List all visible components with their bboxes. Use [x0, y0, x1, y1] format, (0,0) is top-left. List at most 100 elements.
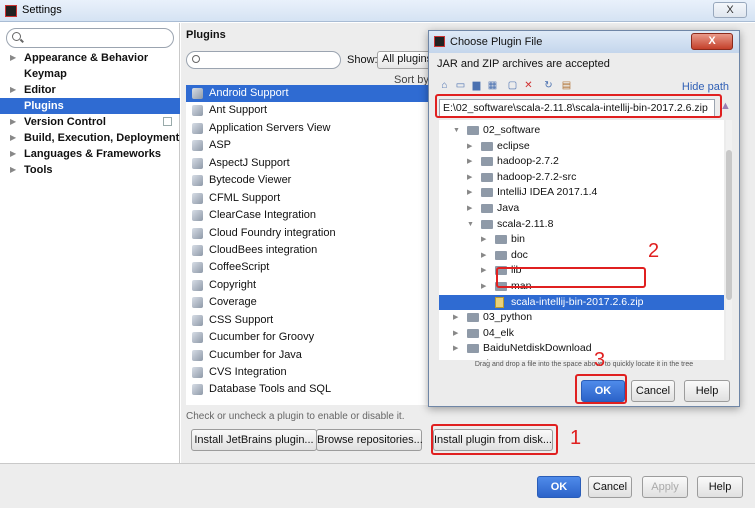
- plugin-list-item[interactable]: Application Servers View: [186, 120, 429, 137]
- settings-cancel-button[interactable]: Cancel: [588, 476, 632, 498]
- plugin-list-item[interactable]: Android Support: [186, 85, 429, 103]
- file-tree-folder-item[interactable]: ▼ 02_software: [439, 123, 724, 138]
- chevron-right-icon[interactable]: ▶: [10, 130, 16, 146]
- file-path-input[interactable]: E:\02_software\scala-2.11.8\scala-intell…: [439, 99, 715, 117]
- settings-apply-button[interactable]: Apply: [642, 476, 688, 498]
- desktop-icon[interactable]: ▭: [455, 80, 466, 91]
- plugin-list-item[interactable]: Cloud Foundry integration: [186, 225, 429, 242]
- plugin-list-item[interactable]: Coverage: [186, 294, 429, 311]
- plugin-list-item[interactable]: Ant Support: [186, 102, 429, 119]
- delete-icon[interactable]: ✕: [523, 80, 534, 91]
- plugin-list-item[interactable]: ClearCase Integration: [186, 207, 429, 224]
- sidebar-item-keymap[interactable]: Keymap: [0, 66, 180, 82]
- chevron-right-icon[interactable]: ▶: [10, 50, 16, 66]
- file-tree-label: eclipse: [497, 139, 530, 152]
- install-plugin-from-disk-button[interactable]: Install plugin from disk...: [433, 429, 553, 451]
- plugin-list-item[interactable]: Cucumber for Groovy: [186, 329, 429, 346]
- plugin-list-item[interactable]: Copyright: [186, 277, 429, 294]
- chevron-right-icon[interactable]: ▶: [481, 248, 486, 263]
- settings-search-input[interactable]: [6, 28, 174, 48]
- file-tree-folder-item[interactable]: ▶ BaiduNetdiskDownload: [439, 341, 724, 356]
- file-tree-scrollbar[interactable]: [726, 120, 732, 360]
- chevron-right-icon[interactable]: ▶: [481, 263, 486, 278]
- chevron-right-icon[interactable]: ▶: [467, 170, 472, 185]
- chevron-right-icon[interactable]: ▶: [481, 232, 486, 247]
- plugins-filter-input[interactable]: [186, 51, 341, 69]
- hide-path-link[interactable]: Hide path: [682, 81, 729, 93]
- chevron-right-icon[interactable]: ▶: [10, 146, 16, 162]
- new-folder-icon[interactable]: ▢: [507, 80, 518, 91]
- sidebar-item-tools[interactable]: ▶ Tools: [0, 162, 180, 178]
- plugin-icon: [192, 105, 203, 117]
- folder-icon: [481, 157, 493, 167]
- settings-footer: OK Cancel Apply Help: [0, 463, 755, 508]
- sidebar-item-languages-frameworks[interactable]: ▶ Languages & Frameworks: [0, 146, 180, 162]
- plugin-list-item[interactable]: Bytecode Viewer: [186, 172, 429, 189]
- home-icon[interactable]: ⌂: [439, 80, 450, 91]
- sidebar-item-appearance-behavior[interactable]: ▶ Appearance & Behavior: [0, 50, 180, 66]
- sidebar-item-editor[interactable]: ▶ Editor: [0, 82, 180, 98]
- chevron-right-icon[interactable]: ▶: [467, 154, 472, 169]
- chevron-right-icon[interactable]: ▶: [467, 139, 472, 154]
- plugin-list-item[interactable]: CVS Integration: [186, 364, 429, 381]
- install-jetbrains-plugin-button[interactable]: Install JetBrains plugin...: [191, 429, 317, 451]
- plugin-list-item[interactable]: CFML Support: [186, 190, 429, 207]
- chevron-right-icon[interactable]: ▶: [467, 185, 472, 200]
- plugin-list-item[interactable]: Database Tools and SQL: [186, 381, 429, 398]
- file-tree-folder-item[interactable]: ▶ lib: [439, 263, 724, 278]
- sidebar-item-version-control[interactable]: ▶ Version Control: [0, 114, 180, 130]
- browse-repositories-button[interactable]: Browse repositories...: [316, 429, 423, 451]
- dialog-cancel-button[interactable]: Cancel: [631, 380, 675, 402]
- folder-icon: [467, 313, 479, 323]
- file-tree-folder-item[interactable]: ▶ eclipse: [439, 139, 724, 154]
- chevron-right-icon[interactable]: ▶: [10, 114, 16, 130]
- file-tree-folder-item[interactable]: ▶ 03_python: [439, 310, 724, 325]
- chevron-down-icon[interactable]: ▼: [453, 123, 460, 138]
- chevron-right-icon[interactable]: ▶: [453, 357, 458, 360]
- dialog-close-button[interactable]: X: [691, 33, 733, 50]
- chevron-right-icon[interactable]: ▶: [453, 341, 458, 356]
- file-tree-folder-item[interactable]: ▶ IntelliJ IDEA 2017.1.4: [439, 185, 724, 200]
- sidebar-item-build-execution-deployment[interactable]: ▶ Build, Execution, Deployment: [0, 130, 180, 146]
- module-icon[interactable]: ▦: [487, 80, 498, 91]
- plugin-list-item[interactable]: Cucumber for Java: [186, 347, 429, 364]
- chevron-right-icon[interactable]: ▶: [10, 162, 16, 178]
- settings-close-button[interactable]: X: [713, 2, 747, 18]
- file-tree-folder-item[interactable]: ▶ bin: [439, 232, 724, 247]
- project-icon[interactable]: ▆: [471, 80, 482, 91]
- plugin-list-item[interactable]: CSS Support: [186, 312, 429, 329]
- plugin-name: Android Support: [209, 87, 289, 99]
- plugin-list-item[interactable]: ASP: [186, 137, 429, 154]
- chevron-right-icon[interactable]: ▶: [453, 326, 458, 341]
- file-tree-folder-item[interactable]: ▶ doc: [439, 248, 724, 263]
- settings-help-button[interactable]: Help: [697, 476, 743, 498]
- settings-ok-button[interactable]: OK: [537, 476, 581, 498]
- show-hidden-icon[interactable]: ▤: [561, 80, 572, 91]
- file-tree-folder-item[interactable]: ▶ 04_elk: [439, 326, 724, 341]
- path-history-icon[interactable]: ▲: [720, 100, 732, 114]
- file-tree-folder-item[interactable]: ▶ down: [439, 357, 724, 360]
- dialog-ok-button[interactable]: OK: [581, 380, 625, 402]
- chevron-right-icon[interactable]: ▶: [481, 279, 486, 294]
- chevron-down-icon[interactable]: ▼: [467, 217, 474, 232]
- dialog-help-button[interactable]: Help: [684, 380, 730, 402]
- plugin-list: Android Support Ant Support Application Se…: [186, 85, 429, 405]
- plugin-list-item[interactable]: CoffeeScript: [186, 259, 429, 276]
- file-tree-folder-item[interactable]: ▶ hadoop-2.7.2: [439, 154, 724, 169]
- file-tree-zip-item[interactable]: scala-intellij-bin-2017.2.6.zip: [439, 294, 724, 310]
- plugin-name: Cloud Foundry integration: [209, 226, 336, 239]
- annotation-step-1: 1: [570, 427, 582, 449]
- sidebar-item-plugins[interactable]: Plugins: [0, 98, 180, 114]
- plugin-list-item[interactable]: AspectJ Support: [186, 155, 429, 172]
- refresh-icon[interactable]: ↻: [543, 80, 554, 91]
- chevron-right-icon[interactable]: ▶: [10, 82, 16, 98]
- file-tree-folder-item[interactable]: ▶ man: [439, 279, 724, 294]
- plugin-list-item[interactable]: CloudBees integration: [186, 242, 429, 259]
- chevron-right-icon[interactable]: ▶: [467, 201, 472, 216]
- chevron-right-icon[interactable]: ▶: [453, 310, 458, 325]
- plugin-icon: [192, 332, 203, 344]
- file-tree-folder-item[interactable]: ▼ scala-2.11.8: [439, 217, 724, 232]
- file-tree-folder-item[interactable]: ▶ hadoop-2.7.2-src: [439, 170, 724, 185]
- dialog-description: JAR and ZIP archives are accepted: [437, 58, 610, 70]
- file-tree-folder-item[interactable]: ▶ Java: [439, 201, 724, 216]
